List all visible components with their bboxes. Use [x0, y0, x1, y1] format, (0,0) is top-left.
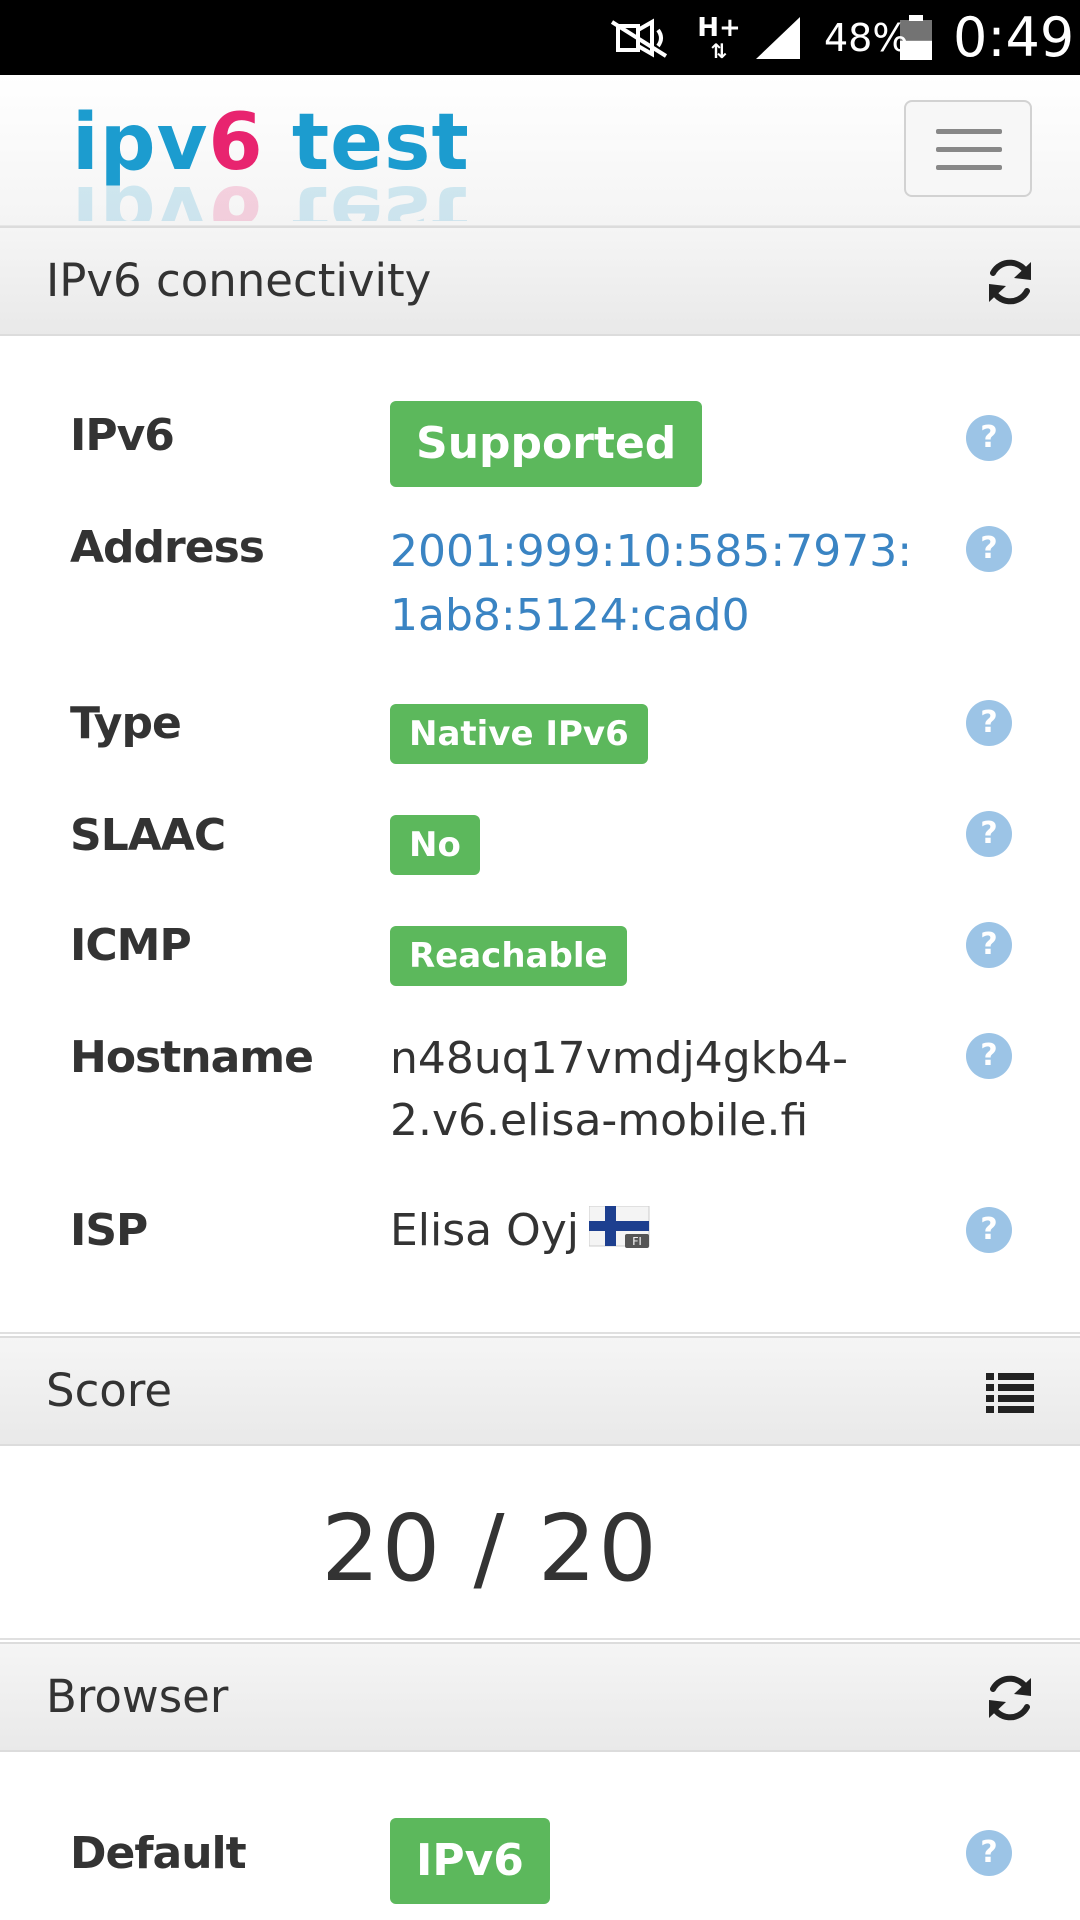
clock: 0:49	[953, 6, 1075, 69]
hamburger-menu-icon	[936, 129, 1002, 134]
connectivity-panel-header: IPv6 connectivity	[0, 226, 1080, 336]
flag-country-code: FI	[632, 1235, 642, 1248]
ipv6-label: IPv6	[70, 410, 175, 461]
address-line-1: 2001:999:10:585:7973:	[390, 526, 913, 577]
browser-title: Browser	[46, 1670, 229, 1723]
score-value: 20 / 20	[321, 1495, 659, 1602]
help-icon-isp[interactable]: ?	[966, 1207, 1012, 1253]
status-bar: H+ ⇅ 48% 0:49	[0, 0, 1080, 75]
hostname-line-1: n48uq17vmdj4gkb4-	[390, 1033, 848, 1084]
help-icon-address[interactable]: ?	[966, 526, 1012, 572]
ipv6-status: Supported	[390, 401, 703, 487]
browser-panel-header: Browser	[0, 1642, 1080, 1752]
help-icon-icmp[interactable]: ?	[966, 922, 1012, 968]
icmp-badge: Reachable	[390, 926, 627, 986]
battery-percent: 48%	[824, 15, 909, 60]
isp-name: Elisa Oyj	[390, 1205, 580, 1256]
isp-value: Elisa Oyj FI	[390, 1205, 651, 1261]
address-line-2: 1ab8:5124:cad0	[390, 590, 750, 641]
ipv6-status-badge: Supported	[390, 401, 703, 487]
mute-icon	[606, 0, 676, 75]
score-title: Score	[46, 1364, 173, 1417]
help-icon-type[interactable]: ?	[966, 700, 1012, 746]
connectivity-title: IPv6 connectivity	[46, 254, 432, 307]
score-panel-header: Score	[0, 1336, 1080, 1446]
icmp-label: ICMP	[70, 920, 192, 971]
menu-toggle-button[interactable]	[904, 100, 1032, 197]
network-type-label: H+	[697, 12, 741, 43]
hostname-value: n48uq17vmdj4gkb4- 2.v6.elisa-mobile.fi	[390, 1028, 848, 1152]
refresh-icon[interactable]	[984, 1672, 1036, 1724]
help-icon-hostname[interactable]: ?	[966, 1033, 1012, 1079]
slaac-badge: No	[390, 815, 480, 875]
battery-icon	[898, 0, 934, 75]
help-icon-ipv6[interactable]: ?	[966, 415, 1012, 461]
help-icon-default[interactable]: ?	[966, 1830, 1012, 1876]
slaac-label: SLAAC	[70, 810, 226, 861]
hostname-line-2: 2.v6.elisa-mobile.fi	[390, 1095, 809, 1146]
type-label: Type	[70, 698, 182, 749]
list-icon[interactable]	[984, 1366, 1036, 1418]
hostname-label: Hostname	[70, 1032, 314, 1083]
site-logo[interactable]: ipv6 test ipv6 test	[72, 101, 470, 221]
signal-icon	[752, 0, 804, 75]
finland-flag-icon: FI	[588, 1205, 651, 1261]
type-badge: Native IPv6	[390, 704, 648, 764]
data-arrows-icon: ⇅	[710, 38, 728, 63]
help-icon-slaac[interactable]: ?	[966, 811, 1012, 857]
refresh-icon[interactable]	[984, 256, 1036, 308]
network-type-indicator: H+ ⇅	[696, 0, 742, 75]
default-protocol-badge: IPv6	[390, 1818, 550, 1904]
address-value[interactable]: 2001:999:10:585:7973: 1ab8:5124:cad0	[390, 520, 912, 648]
isp-label: ISP	[70, 1205, 148, 1256]
address-label: Address	[70, 522, 265, 573]
default-label: Default	[70, 1828, 247, 1879]
